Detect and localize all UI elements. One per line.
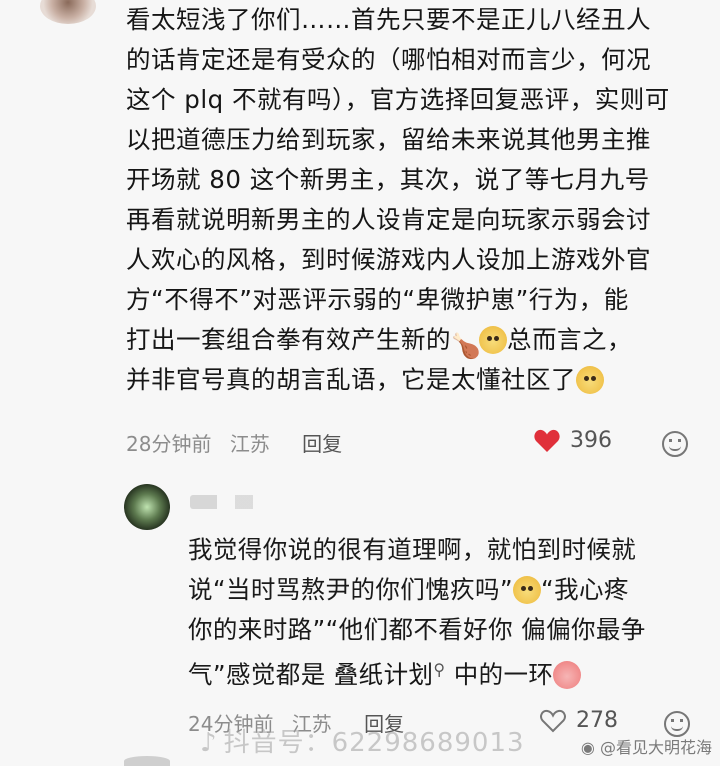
reply-line-text: 中的一环	[445, 660, 554, 689]
reply-body: 我觉得你说的很有道理啊，就怕到时候就 说“当时骂熬尹的你们愧疚吗” “我心疼 你的…	[188, 530, 708, 695]
dog-face-icon	[479, 326, 507, 354]
weibo-watermark: ◉ @看见大明花海	[581, 734, 712, 758]
comment-line: 人欢心的风格，到时候游戏内人设加上游戏外官	[126, 245, 651, 274]
comment-line: 看太短浅了你们……首先只要不是正儿八经丑人	[126, 5, 651, 34]
commenter-avatar[interactable]	[124, 484, 170, 530]
dog-face-icon	[576, 366, 604, 394]
comment-line-text: 总而言之，	[507, 325, 632, 354]
heart-icon	[534, 429, 560, 452]
commenter-avatar[interactable]	[40, 0, 96, 24]
emoji-react-icon[interactable]	[662, 431, 688, 457]
reply-line-with-emoji: 说“当时骂熬尹的你们愧疚吗” “我心疼	[188, 570, 708, 610]
drumstick-icon: 🍗	[451, 332, 482, 360]
douyin-watermark: ♪ 抖音号：62298689013	[200, 722, 525, 759]
comment-line: 的话肯定还是有受众的（哪怕相对而言少，何况	[126, 45, 651, 74]
heart-outline-icon	[540, 709, 566, 732]
watermark-text: 抖音号：62298689013	[223, 728, 525, 758]
comment-meta: 28分钟前 江苏 回复	[126, 428, 354, 457]
comment-body: 看太短浅了你们……首先只要不是正儿八经丑人 的话肯定还是有受众的（哪怕相对而言少…	[126, 0, 706, 400]
reply-button[interactable]: 回复	[302, 432, 342, 456]
douyin-logo-icon: ♪	[200, 728, 218, 758]
comment-line: 以把道德压力给到玩家，留给未来说其他男主推	[126, 125, 651, 154]
comment-line-text: 并非官号真的胡言乱语，它是太懂社区了	[126, 365, 576, 394]
like-count: 278	[576, 708, 618, 733]
comment-line: 开场就 80 这个新男主，其次，说了等七月九号	[126, 165, 650, 194]
comment-line: 方“不得不”对恶评示弱的“卑微护崽”行为，能	[126, 285, 629, 314]
reply-line: 我觉得你说的很有道理啊，就怕到时候就	[188, 535, 637, 564]
reply-line-text: 说“当时骂熬尹的你们愧疚吗”	[188, 575, 513, 604]
comment-line: 再看就说明新男主的人设肯定是向玩家示弱会讨	[126, 205, 651, 234]
search-icon: ⚲	[433, 660, 446, 679]
next-commenter-avatar[interactable]	[124, 756, 170, 766]
comment-line-text: 打出一套组合拳有效产生新的	[126, 325, 451, 354]
like-count: 396	[570, 428, 612, 453]
reply-line-text: “我心疼	[540, 575, 629, 604]
reply-line-with-link: 气”感觉都是 叠纸计划⚲ 中的一环	[188, 650, 708, 695]
weibo-logo-icon: ◉	[580, 738, 595, 757]
comment-line-with-emoji: 打出一套组合拳有效产生新的🍗 总而言之，	[126, 320, 706, 360]
like-button[interactable]: 278	[540, 708, 618, 733]
comment-time: 28分钟前	[126, 432, 212, 456]
comment-location: 江苏	[229, 432, 270, 456]
search-link[interactable]: 叠纸计划	[334, 660, 434, 689]
crying-face-icon	[553, 661, 582, 689]
commenter-name-blurred	[190, 495, 280, 509]
dog-face-icon	[512, 576, 541, 604]
comment-line: 这个 plq 不就有吗），官方选择回复恶评，实则可	[126, 85, 670, 114]
comment-line-with-emoji: 并非官号真的胡言乱语，它是太懂社区了	[126, 360, 706, 400]
like-button[interactable]: 396	[534, 428, 612, 453]
reply-line-text: 气”感觉都是	[188, 660, 334, 689]
weibo-handle: @看见大明花海	[599, 738, 712, 757]
reply-line: 你的来时路”“他们都不看好你 偏偏你最争	[188, 615, 646, 644]
